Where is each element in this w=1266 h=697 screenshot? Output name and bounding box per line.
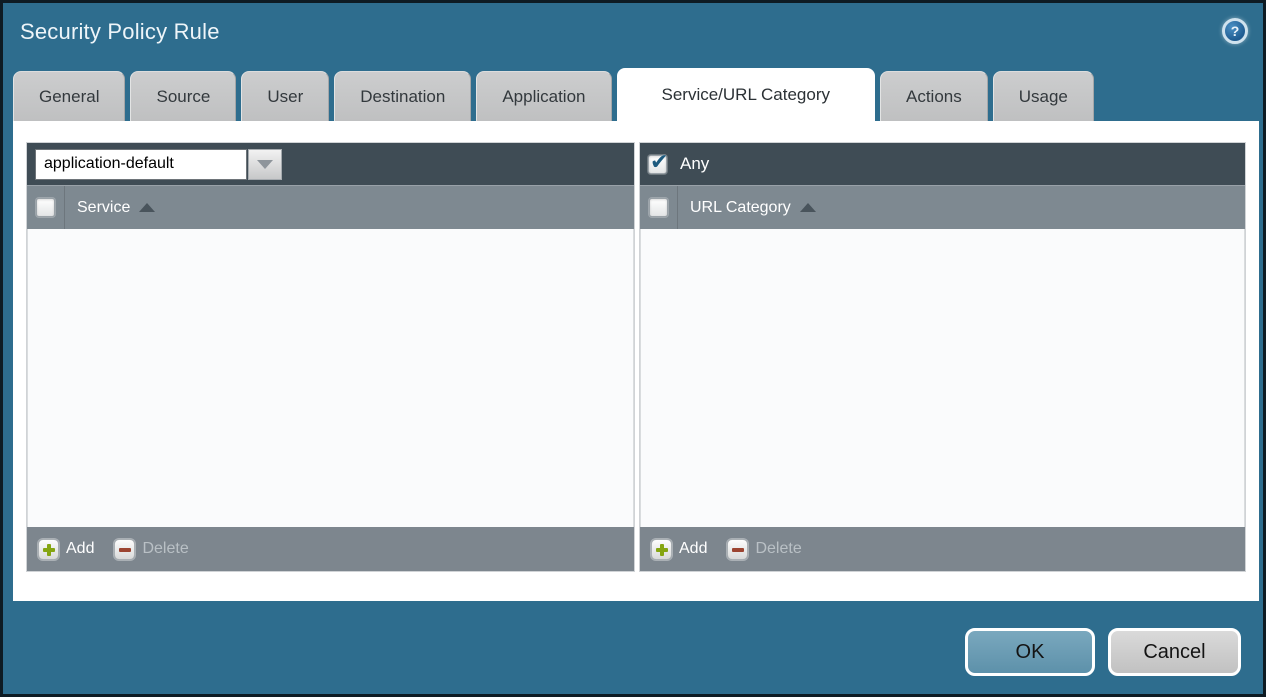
delete-icon <box>727 539 748 560</box>
tab-destination[interactable]: Destination <box>334 71 471 121</box>
add-service-button[interactable]: Add <box>38 539 94 560</box>
tab-general[interactable]: General <box>13 71 125 121</box>
service-list[interactable] <box>27 229 634 527</box>
tab-application[interactable]: Application <box>476 71 611 121</box>
delete-service-button[interactable]: Delete <box>114 539 188 560</box>
service-panel-header <box>27 143 634 185</box>
any-checkbox[interactable]: ✔ <box>648 155 667 174</box>
select-all-services-checkbox[interactable] <box>36 198 55 217</box>
delete-icon <box>114 539 135 560</box>
url-panel-header: ✔ Any <box>640 143 1245 185</box>
any-label: Any <box>680 154 709 174</box>
sort-ascending-icon[interactable] <box>139 203 155 212</box>
help-icon[interactable]: ? <box>1222 18 1248 44</box>
dropdown-arrow-button[interactable] <box>248 149 282 180</box>
add-icon <box>651 539 672 560</box>
add-url-category-button[interactable]: Add <box>651 539 707 560</box>
dialog-title: Security Policy Rule <box>20 19 220 45</box>
title-bar: Security Policy Rule ? <box>3 3 1263 67</box>
chevron-down-icon <box>257 160 273 169</box>
service-panel: Service Add Delete <box>27 143 634 571</box>
select-all-url-categories-checkbox[interactable] <box>649 198 668 217</box>
add-icon <box>38 539 59 560</box>
sort-ascending-icon[interactable] <box>800 203 816 212</box>
cancel-button[interactable]: Cancel <box>1108 628 1241 676</box>
url-category-list[interactable] <box>640 229 1245 527</box>
tab-actions[interactable]: Actions <box>880 71 988 121</box>
service-type-dropdown[interactable] <box>35 149 282 180</box>
dialog-content: Service Add Delete ✔ Any <box>13 121 1259 601</box>
tab-service-url-category[interactable]: Service/URL Category <box>617 68 876 121</box>
security-policy-rule-dialog: Security Policy Rule ? GeneralSourceUser… <box>0 0 1266 697</box>
delete-url-category-button[interactable]: Delete <box>727 539 801 560</box>
delete-url-category-label: Delete <box>755 540 801 558</box>
tab-bar: GeneralSourceUserDestinationApplicationS… <box>13 68 1094 121</box>
column-divider <box>64 186 65 229</box>
question-mark-glyph: ? <box>1231 23 1240 39</box>
column-divider <box>677 186 678 229</box>
service-column-header[interactable]: Service <box>77 199 130 217</box>
add-service-label: Add <box>66 540 94 558</box>
url-column-header-row: URL Category <box>640 185 1245 229</box>
tab-user[interactable]: User <box>241 71 329 121</box>
delete-service-label: Delete <box>142 540 188 558</box>
add-url-category-label: Add <box>679 540 707 558</box>
ok-button[interactable]: OK <box>965 628 1095 676</box>
url-panel-footer: Add Delete <box>640 527 1245 571</box>
service-type-input[interactable] <box>35 149 247 180</box>
tab-usage[interactable]: Usage <box>993 71 1094 121</box>
url-category-panel: ✔ Any URL Category Add Delete <box>640 143 1245 571</box>
tab-source[interactable]: Source <box>130 71 236 121</box>
service-panel-footer: Add Delete <box>27 527 634 571</box>
checkmark-icon: ✔ <box>650 149 668 175</box>
url-category-column-header[interactable]: URL Category <box>690 199 791 217</box>
service-column-header-row: Service <box>27 185 634 229</box>
